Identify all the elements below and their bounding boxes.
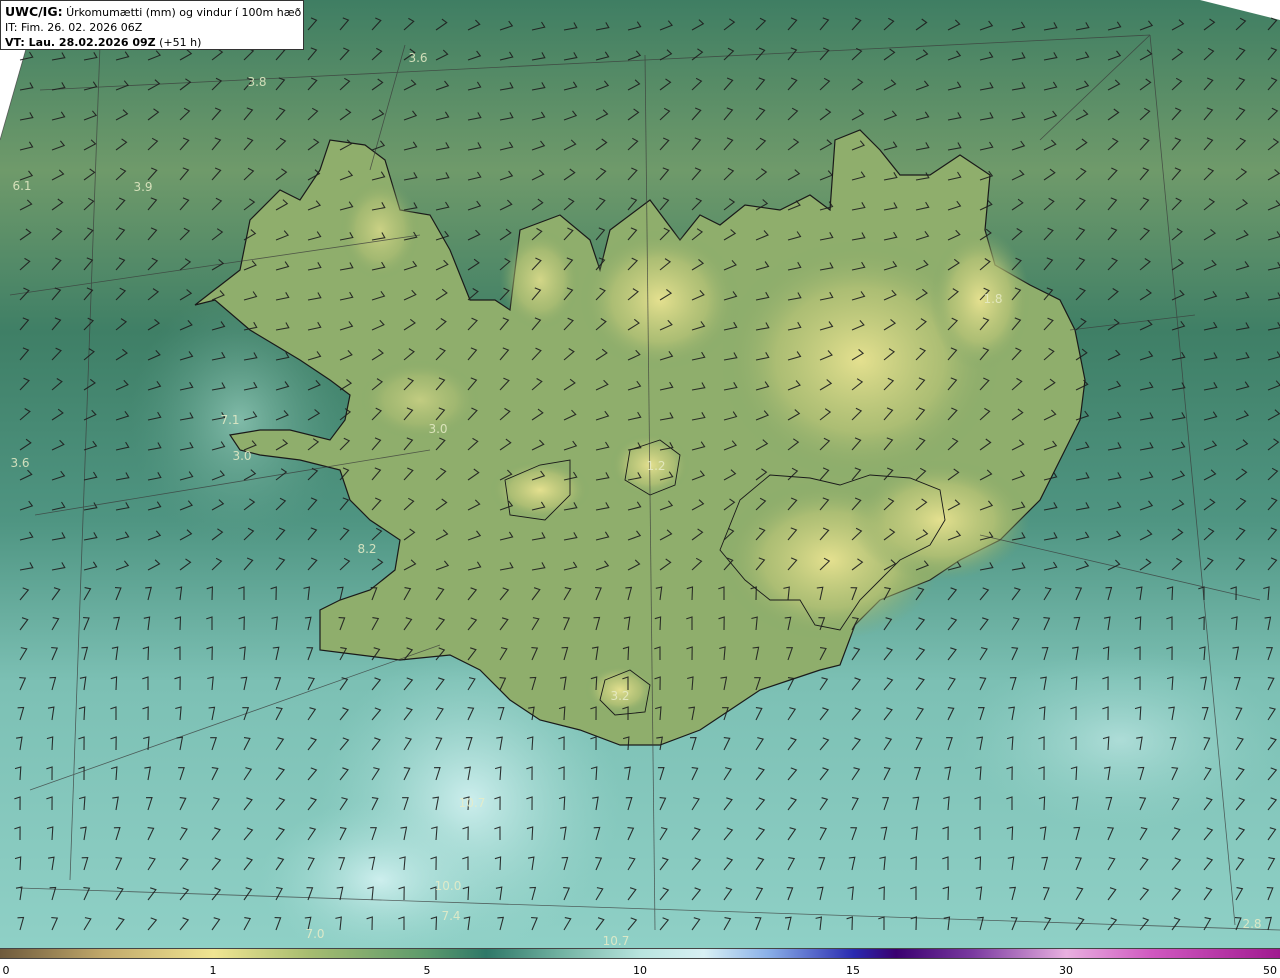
map-title: Úrkomumætti (mm) og vindur í 100m hæð [66,6,302,19]
maximum-label: 7.0 [305,927,324,941]
maximum-label: 3.0 [232,449,251,463]
lead-time: (+51 h) [159,36,202,49]
maximum-label: 8.2 [357,542,376,556]
issue-time: IT: Fim. 26. 02. 2026 06Z [5,21,143,34]
maximum-label: 2.8 [1242,917,1261,931]
precipitable-water-map: 3.6 3.8 6.1 3.9 7.1 3.6 3.0 3.0 1.2 1.8 8.2 3.2 10.7… [0,0,1280,948]
legend-tick: 10 [633,964,647,977]
maximum-label: 3.2 [610,689,629,703]
maximum-label: 3.6 [10,456,29,470]
model-name: UWC/IG: [5,4,63,19]
valid-time: VT: Lau. 28.02.2026 09Z [5,36,156,49]
maximum-label: 3.9 [133,180,152,194]
maximum-label: 6.1 [12,179,31,193]
maximum-label: 7.4 [441,909,460,923]
maximum-label: 7.1 [220,413,239,427]
maximum-label: 10.7 [603,934,630,948]
legend-tick: 15 [846,964,860,977]
legend-tick: 0 [2,964,10,977]
legend-tick: 5 [423,964,431,977]
colorbar-legend: 0 1 5 10 15 30 50 [0,948,1280,978]
legend-tick: 30 [1059,964,1073,977]
maximum-label: 3.0 [428,422,447,436]
maximum-label: 1.2 [646,459,665,473]
legend-tick: 50 [1263,964,1277,977]
maximum-label: 1.8 [983,292,1002,306]
colorbar [0,948,1280,959]
maximum-label: 10.0 [435,879,462,893]
legend-tick: 1 [209,964,217,977]
map-info-box: UWC/IG: Úrkomumætti (mm) og vindur í 100… [0,0,304,50]
maximum-label: 3.6 [408,51,427,65]
maximum-label: 3.8 [247,75,266,89]
maximum-label: 10.7 [459,796,486,810]
